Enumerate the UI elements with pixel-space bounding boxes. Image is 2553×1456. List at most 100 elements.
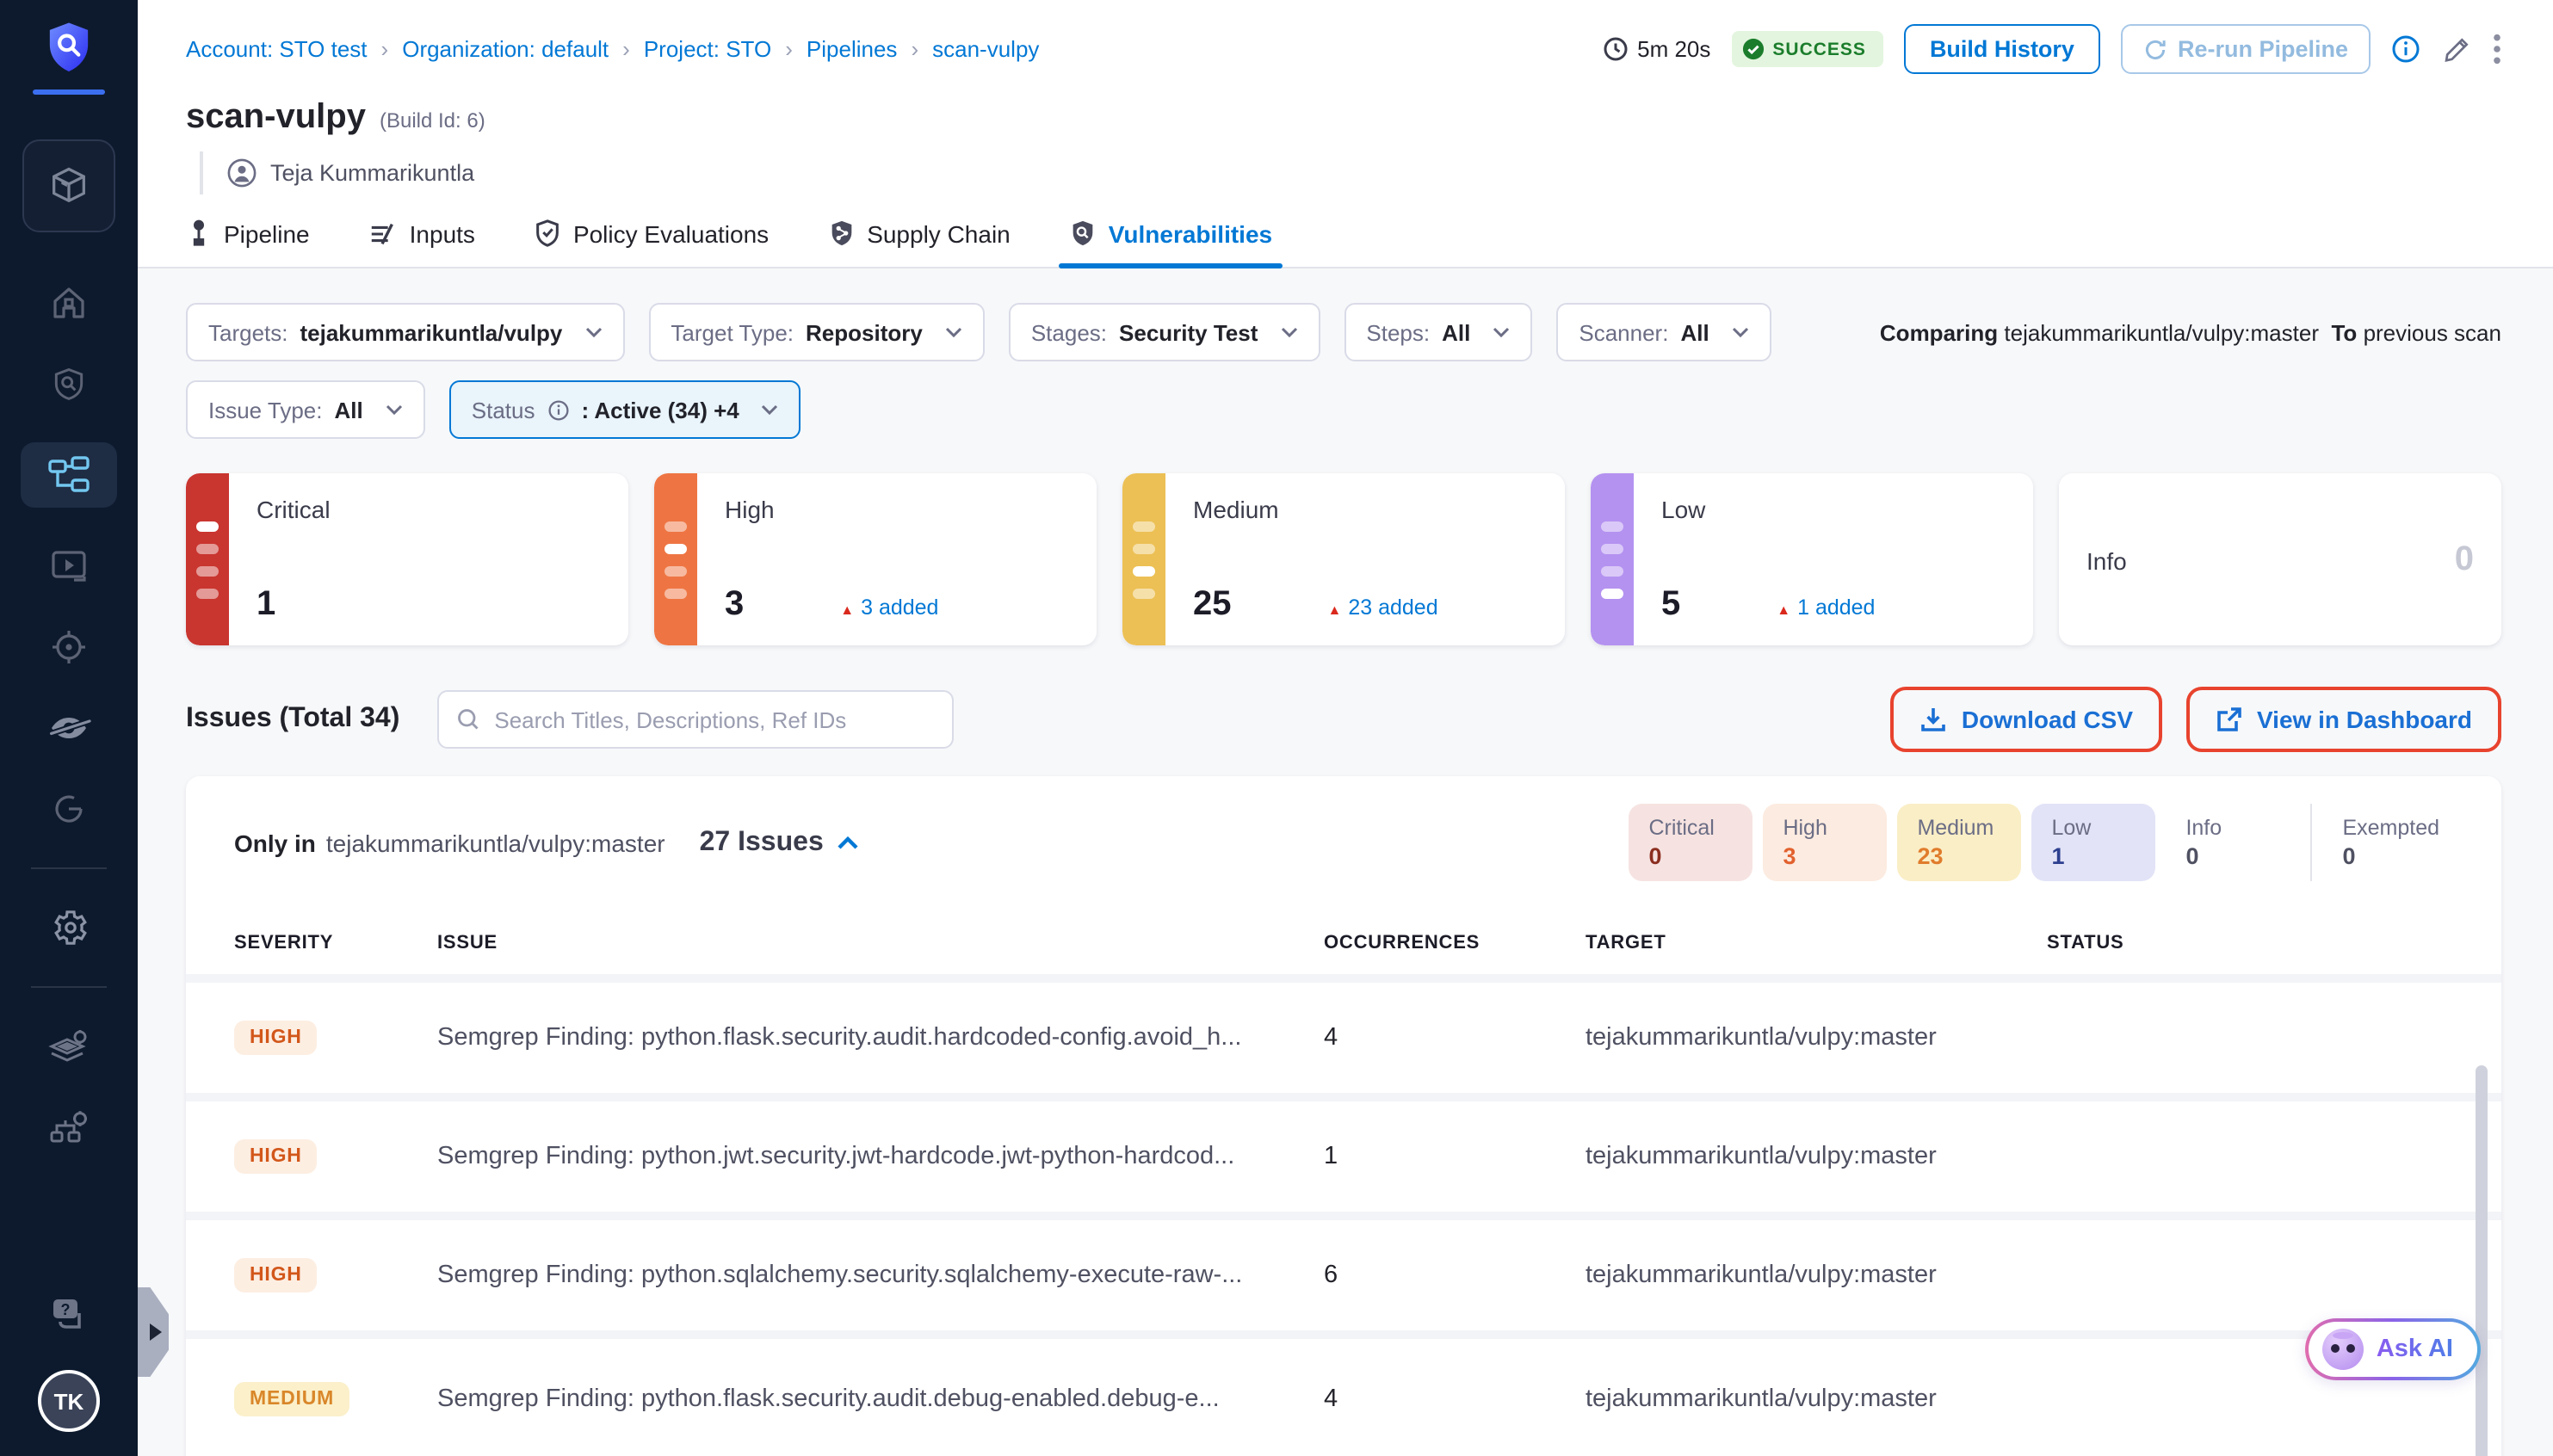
- download-icon: [1920, 706, 1948, 733]
- breadcrumb-pipelines-link[interactable]: Pipelines: [807, 36, 898, 62]
- filter-targets[interactable]: Targets:tejakummarikuntla/vulpy: [186, 303, 624, 361]
- author-name: Teja Kummarikuntla: [270, 160, 474, 186]
- issue-title[interactable]: Semgrep Finding: python.flask.security.a…: [437, 1024, 1324, 1052]
- chip-high: High3: [1762, 804, 1886, 881]
- table-row[interactable]: HIGH Semgrep Finding: python.sqlalchemy.…: [186, 1220, 2501, 1330]
- issues-total-heading: Issues (Total 34): [186, 704, 399, 735]
- edit-pipeline-button[interactable]: [2441, 34, 2472, 65]
- breadcrumb-org-link[interactable]: Organization: default: [402, 36, 609, 62]
- breadcrumb-account-link[interactable]: Account: STO test: [186, 36, 368, 62]
- sidebar-item-security-overview[interactable]: [21, 361, 117, 406]
- app-root: ? TK Account: STO test › Organization: de…: [0, 0, 2553, 1456]
- search-input[interactable]: [494, 706, 935, 732]
- occurrences-count: 4: [1324, 1385, 1586, 1413]
- tab-inputs[interactable]: Inputs: [368, 220, 475, 267]
- severity-card-high[interactable]: High 3 ▲3 added: [654, 473, 1097, 645]
- ask-ai-button[interactable]: Ask AI: [2306, 1318, 2481, 1380]
- sidebar-item-getting-started[interactable]: [21, 787, 117, 831]
- tab-vulnerabilities[interactable]: Vulnerabilities: [1069, 219, 1272, 267]
- up-triangle-icon: ▲: [840, 602, 854, 618]
- sidebar-item-home[interactable]: [21, 281, 117, 325]
- user-avatar[interactable]: TK: [38, 1370, 100, 1432]
- filter-stages[interactable]: Stages:Security Test: [1009, 303, 1320, 361]
- table-row[interactable]: MEDIUM Semgrep Finding: python.flask.sec…: [186, 1339, 2501, 1456]
- breadcrumb-separator: ›: [785, 36, 793, 62]
- chevron-down-icon: [1280, 327, 1297, 337]
- group-header[interactable]: Only in tejakummarikuntla/vulpy:master 2…: [234, 827, 860, 858]
- executions-play-icon: [48, 547, 90, 585]
- filter-target-type[interactable]: Target Type:Repository: [648, 303, 984, 361]
- external-link-icon: [2216, 706, 2243, 733]
- top-bar: Account: STO test › Organization: default…: [138, 0, 2553, 91]
- issue-title[interactable]: Semgrep Finding: python.jwt.security.jwt…: [437, 1143, 1324, 1170]
- download-csv-button[interactable]: Download CSV: [1891, 687, 2162, 752]
- help-chat-button[interactable]: ?: [46, 1294, 91, 1336]
- shield-search-icon: [50, 365, 88, 403]
- table-scrollbar[interactable]: [2476, 1065, 2488, 1456]
- sidebar-item-test-targets[interactable]: [21, 625, 117, 669]
- added-delta: ▲1 added: [1777, 595, 1875, 620]
- severity-badge: HIGH: [234, 1258, 318, 1293]
- filter-steps[interactable]: Steps:All: [1344, 303, 1532, 361]
- chevron-down-icon: [584, 327, 602, 337]
- supply-chain-shield-icon: [827, 219, 855, 248]
- table-row[interactable]: HIGH Semgrep Finding: python.jwt.securit…: [186, 1101, 2501, 1212]
- filter-issue-type[interactable]: Issue Type:All: [186, 380, 425, 439]
- user-icon: [227, 158, 257, 188]
- inputs-tab-icon: [368, 220, 398, 248]
- chevron-down-icon: [945, 327, 962, 337]
- issue-title[interactable]: Semgrep Finding: python.flask.security.a…: [437, 1385, 1324, 1413]
- card-label: Low: [1661, 496, 2006, 523]
- refresh-icon: [2143, 37, 2167, 61]
- sidebar-item-pipelines-active[interactable]: [21, 442, 117, 508]
- target-name: tejakummarikuntla/vulpy:master: [1586, 1262, 2047, 1289]
- module-selector-button[interactable]: [22, 139, 115, 232]
- tab-pipeline[interactable]: Pipeline: [186, 219, 310, 267]
- target-name: tejakummarikuntla/vulpy:master: [1586, 1385, 2047, 1413]
- status-badge: SUCCESS: [1731, 31, 1883, 67]
- chevron-up-icon[interactable]: [838, 836, 860, 849]
- issues-search[interactable]: [437, 690, 954, 749]
- sidebar-item-account-resources[interactable]: [21, 1105, 117, 1150]
- severity-meter-icon: [654, 473, 697, 645]
- sidebar-item-org-settings[interactable]: [21, 1024, 117, 1069]
- severity-badge: HIGH: [234, 1139, 318, 1174]
- sidebar-item-project-settings[interactable]: [21, 905, 117, 950]
- table-row[interactable]: HIGH Semgrep Finding: python.flask.secur…: [186, 983, 2501, 1093]
- chip-info: Info0: [2165, 804, 2289, 881]
- target-name: tejakummarikuntla/vulpy:master: [1586, 1024, 2047, 1052]
- comparing-label: Comparing tejakummarikuntla/vulpy:master…: [1880, 319, 2501, 345]
- card-label: Info: [2086, 546, 2127, 574]
- added-delta: ▲3 added: [840, 595, 938, 620]
- filter-scanner[interactable]: Scanner:All: [1556, 303, 1771, 361]
- issue-title[interactable]: Semgrep Finding: python.sqlalchemy.secur…: [437, 1262, 1324, 1289]
- severity-card-critical[interactable]: Critical 1: [186, 473, 628, 645]
- view-in-dashboard-button[interactable]: View in Dashboard: [2186, 687, 2501, 752]
- tab-policy-evaluations[interactable]: Policy Evaluations: [534, 219, 769, 267]
- sidebar-item-executions[interactable]: [21, 544, 117, 589]
- target-name: tejakummarikuntla/vulpy:master: [1586, 1143, 2047, 1170]
- severity-count-chips: Critical0 High3 Medium23 Low1 Info0 Exem…: [1617, 804, 2460, 881]
- gear-icon: [48, 907, 90, 948]
- rerun-pipeline-button[interactable]: Re-run Pipeline: [2121, 24, 2371, 74]
- clock-icon: [1603, 36, 1629, 62]
- more-options-button[interactable]: [2493, 33, 2501, 65]
- pipeline-info-button[interactable]: [2391, 34, 2420, 64]
- nav-divider: [31, 986, 107, 988]
- eye-off-icon: [46, 709, 91, 747]
- severity-card-low[interactable]: Low 5 ▲1 added: [1591, 473, 2033, 645]
- severity-card-medium[interactable]: Medium 25 ▲23 added: [1122, 473, 1565, 645]
- pipeline-tab-icon: [186, 219, 212, 248]
- filter-status[interactable]: Status : Active (34) +4: [449, 380, 801, 439]
- info-icon: [547, 398, 569, 421]
- build-history-button[interactable]: Build History: [1904, 24, 2100, 74]
- severity-card-info[interactable]: Info 0: [2059, 473, 2501, 645]
- build-duration: 5m 20s: [1603, 36, 1710, 62]
- tab-supply-chain[interactable]: Supply Chain: [827, 219, 1011, 267]
- breadcrumb-current[interactable]: scan-vulpy: [932, 36, 1039, 62]
- breadcrumb-project-link[interactable]: Project: STO: [644, 36, 771, 62]
- card-count: 0: [2455, 540, 2474, 580]
- sidebar-item-exemptions[interactable]: [21, 706, 117, 750]
- card-label: Medium: [1193, 496, 1537, 523]
- occurrences-count: 6: [1324, 1262, 1586, 1289]
